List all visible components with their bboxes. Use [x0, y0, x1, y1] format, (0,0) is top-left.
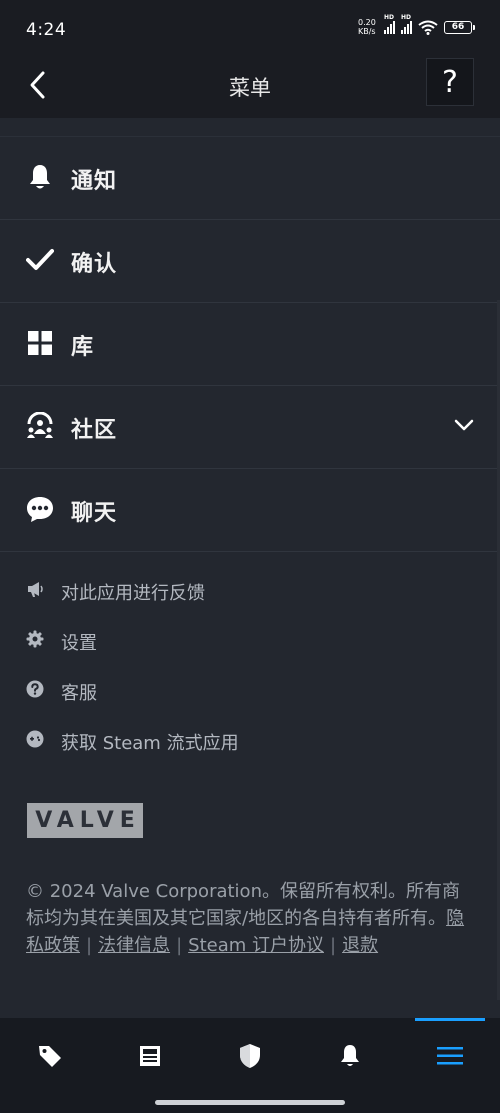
app-header: 菜单 ?: [0, 56, 500, 118]
menu-item-chat[interactable]: 聊天: [0, 469, 500, 552]
menu-item-label: 通知: [71, 169, 118, 194]
chevron-down-icon[interactable]: [454, 418, 474, 432]
nav-menu[interactable]: [430, 1038, 470, 1074]
link-feedback[interactable]: 对此应用进行反馈: [0, 566, 500, 616]
link-label: 设置: [61, 633, 97, 654]
link-settings[interactable]: 设置: [0, 616, 500, 666]
status-time: 4:24: [26, 20, 67, 40]
question-circle-icon: [26, 680, 44, 698]
shield-icon: [240, 1044, 260, 1068]
battery-icon: 66: [444, 20, 475, 34]
subscriber-agreement-link[interactable]: Steam 订户协议: [188, 935, 324, 956]
home-indicator[interactable]: [155, 1100, 345, 1105]
bell-icon: [341, 1045, 359, 1066]
link-label: 获取 Steam 流式应用: [61, 733, 239, 754]
secondary-links: 对此应用进行反馈 设置 客服 获取 Steam 流式应用: [0, 566, 500, 766]
chevron-left-icon: [30, 71, 45, 99]
menu-item-confirmations[interactable]: 确认: [0, 220, 500, 303]
menu-item-label: 聊天: [71, 501, 118, 526]
question-mark-icon: ?: [442, 64, 458, 100]
signal-icon: HD: [401, 14, 412, 34]
separator: |: [176, 935, 183, 956]
separator: |: [330, 935, 337, 956]
megaphone-icon: [28, 582, 43, 597]
link-steam-link[interactable]: 获取 Steam 流式应用: [0, 716, 500, 766]
page-title: 菜单: [229, 76, 271, 100]
hamburger-menu-icon: [437, 1047, 463, 1065]
link-support[interactable]: 客服: [0, 666, 500, 716]
help-button[interactable]: ?: [426, 58, 474, 106]
wifi-icon: [418, 20, 438, 35]
bottom-navigation: [0, 1018, 500, 1113]
chat-bubble-icon: [27, 497, 53, 522]
network-speed: 0.20 KB/s: [358, 18, 376, 36]
status-icons: 0.20 KB/s HD HD 66: [358, 14, 475, 36]
menu-item-label: 社区: [71, 418, 118, 443]
menu-item-label: 库: [71, 335, 95, 360]
main-menu: 通知 确认 库 社区 聊天: [0, 118, 500, 552]
valve-logo: VALVE: [27, 803, 143, 838]
back-button[interactable]: [24, 70, 54, 100]
signal-icon: HD: [384, 14, 395, 34]
nav-guard[interactable]: [230, 1038, 270, 1074]
gear-icon: [26, 630, 44, 648]
bell-icon: [30, 165, 50, 189]
separator: |: [86, 935, 93, 956]
menu-item-community[interactable]: 社区: [0, 386, 500, 469]
gamepad-icon: [26, 730, 44, 748]
menu-item-label: 确认: [71, 252, 118, 277]
community-icon: [27, 412, 53, 438]
active-tab-indicator: [415, 1018, 485, 1021]
nav-notifications[interactable]: [330, 1038, 370, 1074]
checkmark-icon: [26, 249, 54, 270]
tag-icon: [39, 1046, 61, 1067]
menu-item-library[interactable]: 库: [0, 303, 500, 386]
nav-news[interactable]: [130, 1038, 170, 1074]
link-label: 客服: [61, 683, 97, 704]
refund-link[interactable]: 退款: [342, 935, 378, 956]
legal-info-link[interactable]: 法律信息: [98, 935, 170, 956]
news-icon: [140, 1046, 160, 1066]
library-grid-icon: [28, 331, 52, 355]
status-bar: 4:24 0.20 KB/s HD HD 66: [0, 0, 500, 56]
menu-item-notifications[interactable]: 通知: [0, 137, 500, 220]
copyright-text: © 2024 Valve Corporation。保留所有权利。所有商标均为其在…: [26, 881, 460, 929]
nav-store[interactable]: [30, 1038, 70, 1074]
legal-text: © 2024 Valve Corporation。保留所有权利。所有商标均为其在…: [26, 878, 476, 959]
link-label: 对此应用进行反馈: [61, 583, 205, 604]
